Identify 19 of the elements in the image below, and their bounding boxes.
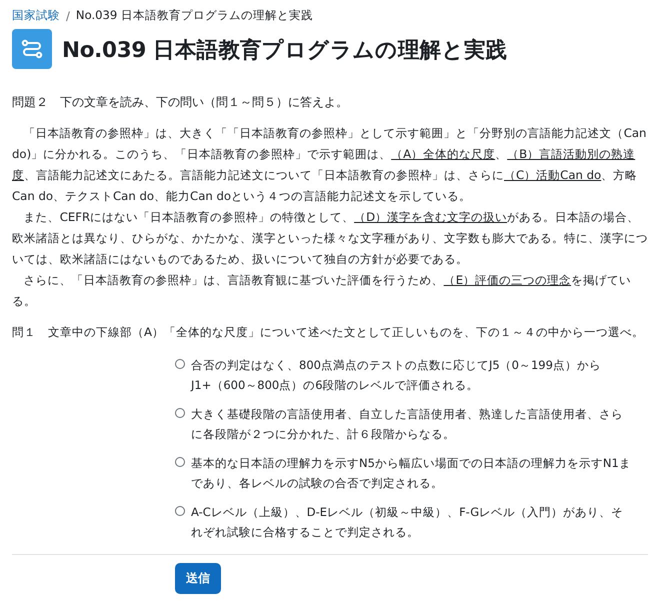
breadcrumb-separator: / bbox=[66, 8, 70, 22]
passage-paragraph: 「日本語教育の参照枠」は、大きく「「日本語教育の参照枠」として示す範囲」と「分野別の言語能力記述文（Can do)」に分かれる。このうち、「日本語教育の参照枠」で示す範囲は、（A）全体的な尺度、（B）言語活動別の熟達度、言語能力記述文にあたる。言語能力記述文について「日本語教育の参照枠」は、さらに（C）活動Can do、方略Can do、テクストCan do、能力Can doという４つの言語能力記述文を示している。 bbox=[12, 125, 648, 205]
page-title: No.039 日本語教育プログラムの理解と実践 bbox=[62, 36, 508, 64]
question-heading: 問題２ 下の文章を読み、下の問い（問１～問５）に答えよ。 bbox=[12, 95, 349, 111]
submit-button[interactable]: 送信 bbox=[175, 563, 221, 594]
route-icon bbox=[12, 29, 52, 69]
radio-button[interactable] bbox=[175, 359, 185, 369]
passage-paragraph: また、CEFRにはない「日本語教育の参照枠」の特徴として、（D）漢字を含む文字の扱いがある。日本語の場合、欧米諸語とは異なり、ひらがな、かたかな、漢字といった様々な文字種があり、文字数も膨大である。特に、漢字については、欧米諸語にはないものであるため、扱いについて独自の方針が必要である。 bbox=[12, 209, 648, 268]
breadcrumb-current: No.039 日本語教育プログラムの理解と実践 bbox=[76, 8, 313, 23]
breadcrumb-link[interactable]: 国家試験 bbox=[12, 8, 60, 23]
option-label[interactable]: 基本的な日本語の理解力を示すN5から幅広い場面での日本語の理解力を示すN1まであり、各レベルの試験の合否で判定される。 bbox=[191, 453, 634, 493]
option-label[interactable]: 合否の判定はなく、800点満点のテストの点数に応じてJ5（0～199点）から J1+（600～800点）の6段階のレベルで評価される。 bbox=[191, 355, 634, 395]
option-label[interactable]: A-Cレベル（上級）、D-Eレベル（初級～中級）、F-Gレベル（入門）があり、それぞれ試験に合格することで判定される。 bbox=[191, 502, 634, 542]
question-text: 問１ 文章中の下線部（A）「全体的な尺度」について述べた文として正しいものを、下の１～４の中から一つ選べ。 bbox=[12, 324, 645, 341]
option-label[interactable]: 大きく基礎段階の言語使用者、自立した言語使用者、熟達した言語使用者、さらに各段階が２つに分かれた、計６段階からなる。 bbox=[191, 404, 634, 444]
radio-button[interactable] bbox=[175, 408, 185, 418]
radio-button[interactable] bbox=[175, 457, 185, 467]
passage-paragraph: さらに、「日本語教育の参照枠」は、言語教育観に基づいた評価を行うため、（E）評価の三つの理念を掲げている。 bbox=[12, 272, 632, 310]
radio-button[interactable] bbox=[175, 506, 185, 516]
